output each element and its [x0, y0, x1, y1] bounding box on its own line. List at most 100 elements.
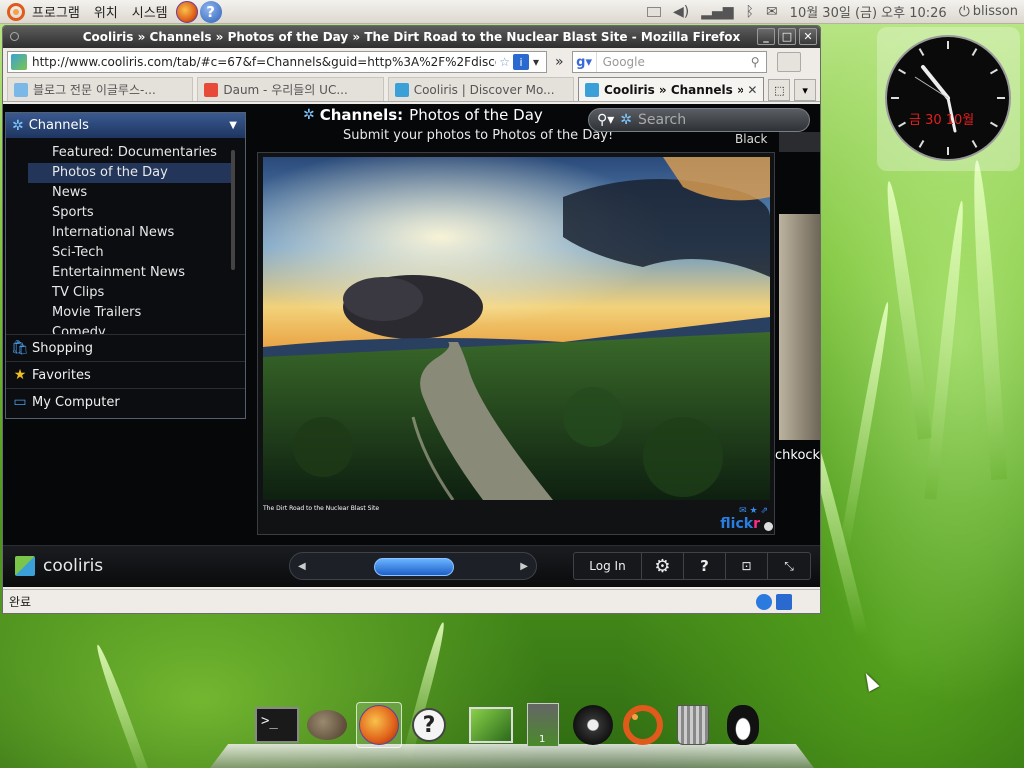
bookmark-star-icon[interactable]: ☆ — [499, 55, 510, 69]
monitor-icon: ▭ — [13, 394, 27, 410]
channel-item[interactable]: Sci-Tech — [6, 243, 231, 263]
channels-header[interactable]: ✲ Channels ▼ — [6, 113, 245, 138]
user-menu[interactable]: ⏻ blisson — [953, 0, 1024, 24]
shopping-bag-icon: 🛍 — [11, 340, 29, 356]
channel-item[interactable]: Movie Trailers — [6, 303, 231, 323]
minimize-button[interactable]: _ — [757, 28, 775, 45]
submit-photos-link[interactable]: Submit your photos to Photos of the Day! — [343, 128, 613, 143]
photo-action-icons[interactable]: ✉ ★ ⇗ — [739, 506, 768, 516]
dock-tux[interactable] — [720, 702, 766, 748]
search-bar[interactable]: g▾ Google ⚲ — [571, 51, 767, 73]
dock: >_ ? 1 — [250, 702, 780, 756]
maximize-button[interactable]: □ — [778, 28, 796, 45]
tab-list-button[interactable]: ▾ — [794, 79, 816, 101]
status-cooliris-icon[interactable] — [776, 593, 792, 610]
section-my-computer[interactable]: ▭ My Computer — [6, 388, 245, 415]
cooliris-logo[interactable]: cooliris — [15, 556, 103, 576]
channel-item[interactable]: TV Clips — [6, 283, 231, 303]
bluetooth-icon[interactable]: ᛒ — [740, 0, 760, 24]
slideshow-icon[interactable]: ⊡ — [726, 553, 768, 579]
dock-gimp[interactable] — [304, 702, 350, 748]
menu-applications[interactable]: 프로그램 — [25, 0, 87, 24]
search-icon[interactable]: ⚲ — [745, 55, 766, 69]
scroll-right-icon[interactable]: ▶ — [520, 561, 528, 572]
collapse-caret-icon[interactable]: ▼ — [229, 120, 237, 131]
thumbnail-right[interactable] — [779, 214, 820, 440]
dock-workspace[interactable]: 1 — [520, 702, 566, 748]
help-button[interactable]: ? — [684, 553, 726, 579]
channels-sidebar: ✲ Channels ▼ Featured: Documentaries Phot… — [5, 112, 246, 419]
search-input[interactable]: Google — [597, 55, 745, 69]
tab-cooliris-discover[interactable]: Cooliris | Discover Mo... — [387, 77, 575, 101]
close-button[interactable]: ✕ — [799, 28, 817, 45]
mail-icon[interactable]: ✉ — [760, 0, 784, 24]
new-tab-button[interactable]: ⬚ — [768, 79, 791, 101]
settings-gear-icon[interactable]: ⚙ — [642, 553, 684, 579]
tray-slot-icon[interactable] — [641, 0, 667, 24]
login-button[interactable]: Log In — [574, 553, 642, 579]
network-signal-icon[interactable]: ▂▄▆ — [695, 0, 739, 24]
menu-system[interactable]: 시스템 — [125, 0, 175, 24]
section-favorites[interactable]: ★ Favorites — [6, 361, 245, 388]
search-engine-icon[interactable]: g▾ — [573, 52, 597, 72]
panel-clock[interactable]: 10월 30일 (금) 오후 10:26 — [784, 0, 953, 24]
clock-widget[interactable]: 금 30 10월 — [877, 27, 1020, 171]
ubuntu-logo-icon[interactable] — [7, 2, 25, 21]
dock-help[interactable]: ? — [406, 702, 452, 748]
window-menu-icon[interactable] — [10, 32, 19, 41]
channel-list-scrollbar[interactable] — [231, 150, 235, 270]
featured-photo[interactable] — [263, 157, 770, 500]
site-identity-icon[interactable] — [11, 54, 27, 70]
url-bar[interactable]: http://www.cooliris.com/tab/#c=67&f=Chan… — [7, 51, 547, 73]
dock-media[interactable] — [570, 702, 616, 748]
toolbar-extra-button[interactable] — [776, 52, 801, 72]
section-shopping[interactable]: 🛍 Shopping — [6, 334, 245, 361]
power-icon: ⏻ — [958, 3, 970, 20]
channel-item[interactable]: Comedy — [6, 323, 231, 334]
search-icon[interactable]: ⚲▾ — [597, 112, 614, 128]
launcher-firefox[interactable] — [175, 0, 199, 24]
window-titlebar[interactable]: Cooliris » Channels » Photos of the Day … — [3, 26, 820, 48]
photo-close-icon[interactable] — [764, 522, 773, 531]
scroll-left-icon[interactable]: ◀ — [298, 561, 306, 572]
flickr-logo[interactable]: flickr — [720, 516, 760, 532]
wall-scroll-slider[interactable]: ◀ ▶ — [289, 552, 537, 580]
channel-item[interactable]: News — [6, 183, 231, 203]
launcher-help[interactable]: ? — [199, 0, 223, 24]
tab-close-icon[interactable]: ✕ — [747, 83, 757, 97]
info-icon[interactable]: i — [512, 54, 529, 70]
cooliris-search[interactable]: ⚲▾ ✲ Search — [588, 108, 810, 132]
url-dropdown-icon[interactable]: ▾ — [529, 55, 543, 69]
channel-item[interactable]: Sports — [6, 203, 231, 223]
tab-egloos[interactable]: 블로그 전문 이글루스-... — [7, 77, 194, 101]
tab-bar: 블로그 전문 이글루스-... Daum - 우리들의 UC... Coolir… — [3, 76, 820, 102]
terminal-icon: >_ — [255, 707, 299, 743]
media-disc-icon — [573, 705, 613, 745]
channel-item[interactable]: Photos of the Day — [28, 163, 231, 183]
channel-item[interactable]: International News — [6, 223, 231, 243]
slider-thumb[interactable] — [374, 558, 454, 576]
menu-places[interactable]: 위치 — [87, 0, 125, 24]
channel-item[interactable]: Entertainment News — [6, 263, 231, 283]
tab-favicon-icon — [585, 82, 600, 97]
fullscreen-icon[interactable]: ⤡ — [768, 553, 810, 579]
dock-image-viewer[interactable] — [468, 702, 514, 748]
dock-ubuntu[interactable] — [620, 702, 666, 748]
thumbnail-top-right[interactable]: Black — [735, 132, 820, 152]
url-text[interactable]: http://www.cooliris.com/tab/#c=67&f=Chan… — [32, 55, 496, 69]
dock-terminal[interactable]: >_ — [254, 702, 300, 748]
photo-viewer[interactable]: The Dirt Road to the Nuclear Blast Site … — [257, 152, 775, 535]
trash-icon — [677, 705, 709, 745]
tab-daum[interactable]: Daum - 우리들의 UC... — [197, 77, 384, 101]
volume-icon[interactable]: ◀) — [667, 0, 695, 24]
dock-trash[interactable] — [670, 702, 716, 748]
tux-penguin-icon — [727, 705, 759, 745]
status-addon-icon[interactable] — [756, 593, 772, 610]
firefox-icon — [359, 705, 399, 745]
tab-cooliris-channels[interactable]: Cooliris » Channels » ... ✕ — [578, 77, 765, 101]
cooliris-search-input[interactable]: Search — [638, 112, 686, 128]
channel-item[interactable]: Featured: Documentaries — [6, 143, 231, 163]
dock-firefox[interactable] — [356, 702, 402, 748]
toolbar-overflow[interactable]: » — [551, 54, 568, 70]
workspace-switcher-icon: 1 — [527, 703, 559, 747]
